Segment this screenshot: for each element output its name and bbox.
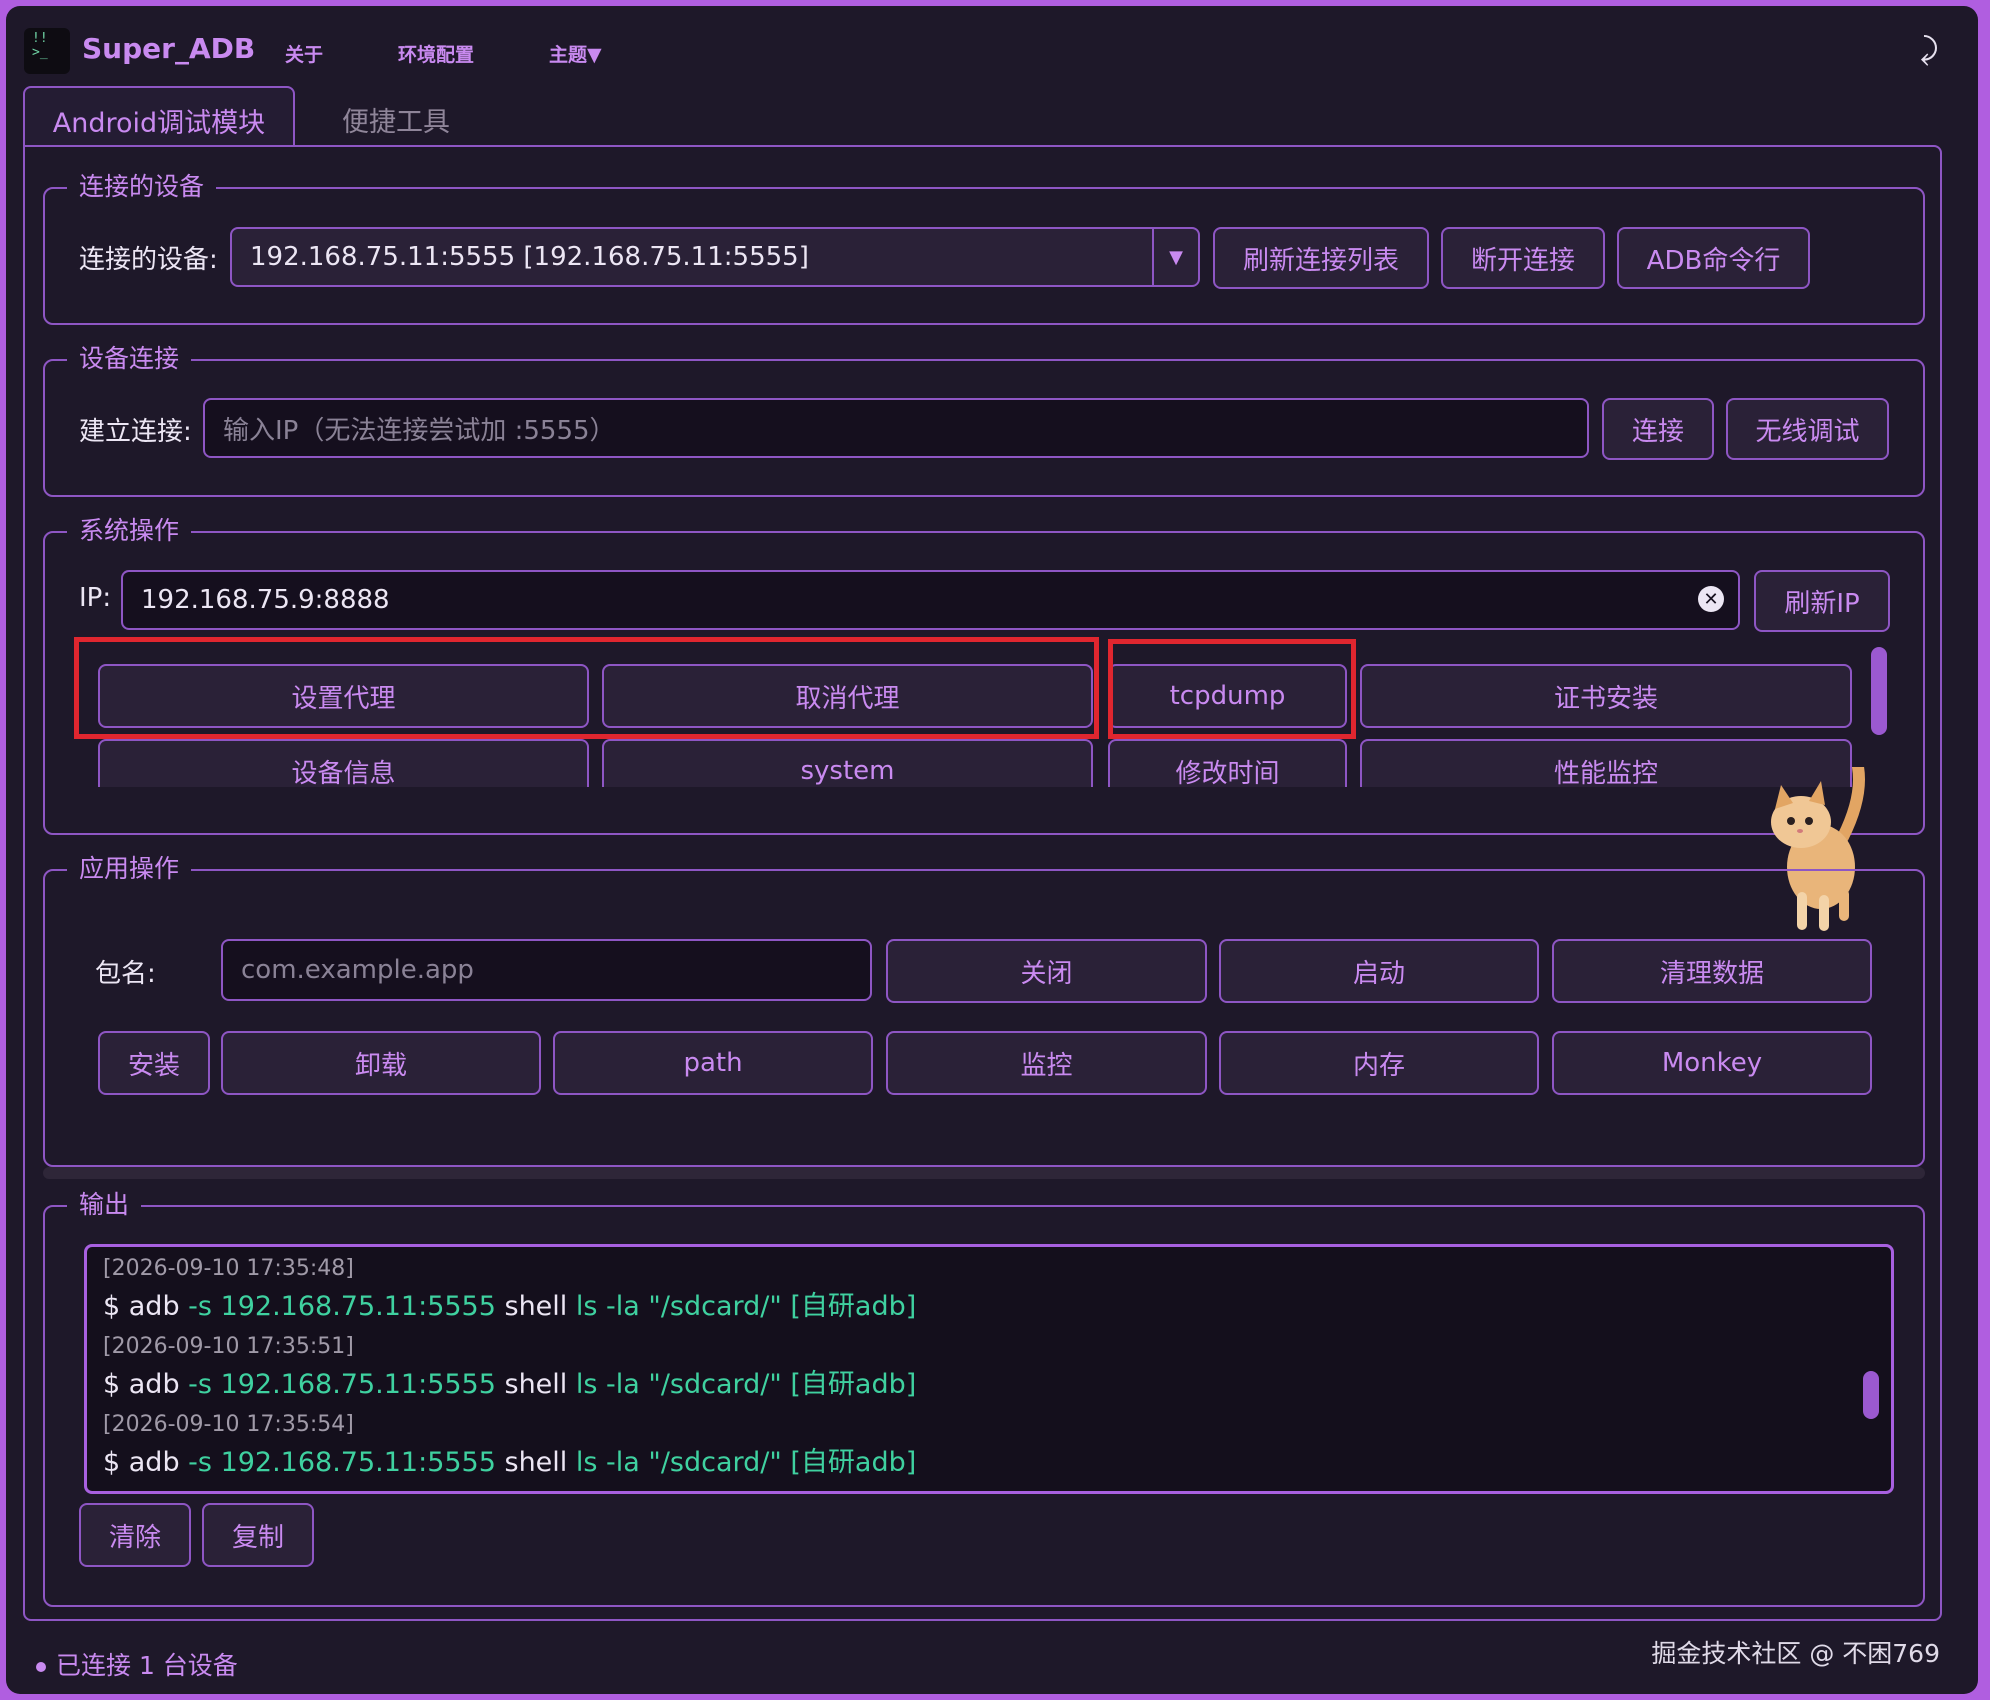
system-ops-scrollbar[interactable] (1871, 647, 1887, 735)
menu-env-config[interactable]: 环境配置 (398, 40, 474, 67)
clear-icon[interactable]: ✕ (1698, 586, 1724, 612)
package-name-label: 包名: (95, 959, 156, 989)
modify-time-button[interactable]: 修改时间 (1108, 739, 1347, 787)
app-ops-group: 应用操作 (43, 851, 1925, 1167)
ip-label: IP: (79, 583, 112, 613)
system-button[interactable]: system (602, 739, 1093, 787)
group-title: 系统操作 (67, 513, 192, 549)
log-command: $ adb -s 192.168.75.11:5555 shell ls -la… (103, 1369, 917, 1400)
close-app-button[interactable]: 关闭 (886, 939, 1207, 1003)
menu-theme[interactable]: 主题▼ (549, 40, 602, 67)
group-title: 连接的设备 (67, 169, 217, 205)
memory-button[interactable]: 内存 (1219, 1031, 1539, 1095)
system-ops-row2-clip: 设备信息 system 修改时间 性能监控 (85, 739, 1875, 787)
path-button[interactable]: path (553, 1031, 873, 1095)
adb-cli-button[interactable]: ADB命令行 (1617, 227, 1810, 289)
install-cert-button[interactable]: 证书安装 (1360, 664, 1852, 728)
clear-data-button[interactable]: 清理数据 (1552, 939, 1872, 1003)
device-select-value: 192.168.75.11:5555 [192.168.75.11:5555] (250, 242, 809, 272)
proxy-ip-input[interactable]: 192.168.75.9:8888 ✕ (121, 570, 1740, 630)
copy-output-button[interactable]: 复制 (202, 1503, 314, 1567)
menu-about[interactable]: 关于 (285, 40, 323, 67)
status-text: 已连接 1 台设备 (56, 1651, 238, 1680)
main-window: !! >_ Super_ADB 关于 环境配置 主题▼ ⤸ Android调试模块… (6, 6, 1978, 1694)
install-button[interactable]: 安装 (98, 1031, 210, 1095)
establish-connection-label: 建立连接: (79, 417, 192, 447)
chevron-down-icon[interactable]: ▼ (1152, 229, 1198, 285)
tab-quick-tools[interactable]: 便捷工具 (306, 86, 486, 152)
device-info-button[interactable]: 设备信息 (98, 739, 589, 787)
refresh-ip-button[interactable]: 刷新IP (1754, 570, 1890, 632)
status-dot-icon (36, 1662, 46, 1672)
group-title: 输出 (67, 1187, 142, 1223)
wireless-debug-button[interactable]: 无线调试 (1726, 398, 1889, 460)
clear-output-button[interactable]: 清除 (79, 1503, 191, 1567)
ip-connect-input[interactable]: 输入IP（无法连接尝试加 :5555） (203, 398, 1589, 458)
refresh-device-list-button[interactable]: 刷新连接列表 (1213, 227, 1429, 289)
return-arrow-icon[interactable]: ⤸ (1920, 32, 1938, 67)
log-timestamp: [2026-09-10 17:35:48] (103, 1256, 354, 1281)
monkey-button[interactable]: Monkey (1552, 1031, 1872, 1095)
log-command: $ adb -s 192.168.75.11:5555 shell ls -la… (103, 1291, 917, 1322)
disconnect-button[interactable]: 断开连接 (1441, 227, 1605, 289)
output-scrollbar[interactable] (1863, 1371, 1879, 1419)
log-command: $ adb -s 192.168.75.11:5555 shell ls -la… (103, 1447, 917, 1478)
highlight-tcpdump (1108, 639, 1356, 739)
start-app-button[interactable]: 启动 (1219, 939, 1539, 1003)
tab-android-debug[interactable]: Android调试模块 (23, 86, 295, 152)
highlight-proxy-buttons (74, 637, 1099, 739)
status-bar: 已连接 1 台设备 (36, 1646, 238, 1682)
watermark: 掘金技术社区 @ 不困769 (1651, 1639, 1940, 1668)
connected-device-label: 连接的设备: (79, 245, 218, 275)
group-title: 设备连接 (67, 341, 192, 377)
title-bar: !! >_ Super_ADB 关于 环境配置 主题▼ ⤸ (6, 6, 1978, 90)
splitter-handle[interactable] (43, 1167, 1925, 1179)
device-select[interactable]: 192.168.75.11:5555 [192.168.75.11:5555] … (230, 227, 1200, 287)
terminal-app-icon: !! >_ (24, 28, 70, 74)
log-timestamp: [2026-09-10 17:35:54] (103, 1412, 354, 1437)
package-name-input[interactable]: com.example.app (221, 939, 872, 1001)
connect-button[interactable]: 连接 (1602, 398, 1714, 460)
output-log[interactable]: [2026-09-10 17:35:48] $ adb -s 192.168.7… (84, 1244, 1894, 1494)
app-title: Super_ADB (82, 32, 256, 65)
uninstall-button[interactable]: 卸载 (221, 1031, 541, 1095)
group-title: 应用操作 (67, 851, 192, 887)
proxy-ip-value: 192.168.75.9:8888 (141, 585, 390, 615)
log-timestamp: [2026-09-10 17:35:51] (103, 1334, 354, 1359)
monitor-button[interactable]: 监控 (886, 1031, 1207, 1095)
